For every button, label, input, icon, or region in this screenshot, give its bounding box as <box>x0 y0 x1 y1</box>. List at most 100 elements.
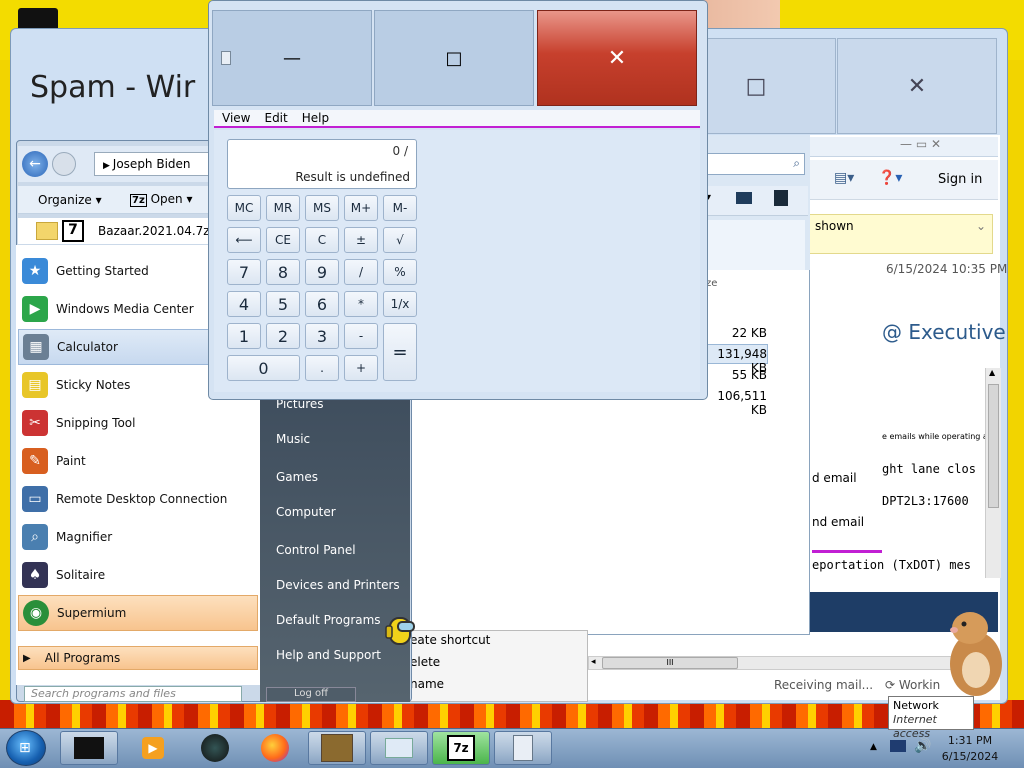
help-book-icon[interactable] <box>774 190 788 206</box>
menu-edit[interactable]: Edit <box>264 111 287 125</box>
start-button[interactable]: ⊞ <box>6 730 46 766</box>
calculator-close-button[interactable]: ✕ <box>537 10 697 106</box>
mail-scroll-thumb[interactable] <box>988 384 999 508</box>
context-create-shortcut[interactable]: eate shortcut <box>410 633 490 647</box>
mail-vertical-scrollbar[interactable]: ▲ <box>985 368 1001 578</box>
start-games[interactable]: Games <box>276 470 318 484</box>
start-search-input[interactable]: Search programs and files <box>24 686 242 702</box>
program-label: Paint <box>56 454 86 468</box>
start-default-programs[interactable]: Default Programs <box>276 613 381 627</box>
taskbar-firefox[interactable] <box>246 731 304 765</box>
all-programs-label: All Programs <box>44 651 121 665</box>
status-text: Receiving mail... <box>774 678 874 692</box>
forward-arrow-icon[interactable] <box>52 152 76 176</box>
taskbar-calculator[interactable] <box>494 731 552 765</box>
key-mr[interactable]: MR <box>266 195 300 221</box>
program-label: Getting Started <box>56 264 149 278</box>
menu-view[interactable]: View <box>222 111 250 125</box>
hamster-mascot-icon[interactable] <box>930 600 1010 700</box>
key-plus-minus[interactable]: ± <box>344 227 378 253</box>
print-icon[interactable]: ▤▾ <box>834 170 854 186</box>
start-devices-printers[interactable]: Devices and Printers <box>276 578 400 592</box>
key-multiply[interactable]: * <box>344 291 378 317</box>
taskbar-media-player[interactable]: ▶ <box>124 731 182 765</box>
key-0[interactable]: 0 <box>227 355 300 381</box>
key-5[interactable]: 5 <box>266 291 300 317</box>
network-icon[interactable] <box>890 740 906 752</box>
key-1[interactable]: 1 <box>227 323 261 349</box>
mail-infobar[interactable]: shown ⌄ <box>808 214 993 254</box>
program-snipping-tool[interactable]: ✂ Snipping Tool <box>18 405 258 441</box>
organize-label: Organize <box>38 193 92 207</box>
log-off-button[interactable]: Log off <box>266 687 356 702</box>
key-reciprocal[interactable]: 1/x <box>383 291 417 317</box>
program-solitaire[interactable]: ♠ Solitaire <box>18 557 258 593</box>
back-arrow-icon[interactable]: ← <box>22 151 48 177</box>
key-decimal[interactable]: . <box>305 355 339 381</box>
program-supermium[interactable]: ◉ Supermium <box>18 595 258 631</box>
program-label: Magnifier <box>56 530 113 544</box>
help-icon[interactable]: ❓▾ <box>878 170 902 186</box>
all-programs-button[interactable]: ▶ All Programs <box>18 646 258 670</box>
key-mc[interactable]: MC <box>227 195 261 221</box>
sign-in-link[interactable]: Sign in <box>938 172 982 187</box>
key-sqrt[interactable]: √ <box>383 227 417 253</box>
among-us-crewmate-icon[interactable] <box>384 612 418 648</box>
taskbar-mail[interactable] <box>370 731 428 765</box>
taskbar-hamster-box[interactable] <box>308 731 366 765</box>
start-music[interactable]: Music <box>276 432 310 446</box>
key-add[interactable]: + <box>344 355 378 381</box>
open-button[interactable]: 7z Open ▾ <box>130 192 193 207</box>
organize-button[interactable]: Organize ▾ <box>38 193 102 207</box>
mail-inner-controls[interactable]: — ▭ ✕ <box>900 137 941 151</box>
key-m-minus[interactable]: M- <box>383 195 417 221</box>
key-4[interactable]: 4 <box>227 291 261 317</box>
key-7[interactable]: 7 <box>227 259 261 285</box>
search-icon: ⌕ <box>793 156 800 170</box>
calculator-minimize-button[interactable]: — <box>212 10 372 106</box>
restore-icon: □ <box>445 47 463 69</box>
program-paint[interactable]: ✎ Paint <box>18 443 258 479</box>
key-ce[interactable]: CE <box>266 227 300 253</box>
key-percent[interactable]: % <box>383 259 417 285</box>
explorer-search-input[interactable]: ⌕ <box>705 153 805 175</box>
key-divide[interactable]: / <box>344 259 378 285</box>
program-remote-desktop[interactable]: ▭ Remote Desktop Connection <box>18 481 258 517</box>
start-computer[interactable]: Computer <box>276 505 336 519</box>
explorer-nav-area <box>705 220 805 270</box>
key-c[interactable]: C <box>305 227 339 253</box>
mail-scroll-thumb-horizontal[interactable]: III <box>602 657 738 669</box>
key-backspace[interactable]: ⟵ <box>227 227 261 253</box>
program-label: Supermium <box>57 606 127 620</box>
context-rename[interactable]: name <box>410 677 444 691</box>
calculator-app-icon <box>221 51 231 65</box>
taskbar-7zip[interactable]: 7z <box>432 731 490 765</box>
key-ms[interactable]: MS <box>305 195 339 221</box>
forward-email-link[interactable]: d email <box>812 471 857 485</box>
7z-icon: 7z <box>130 194 147 207</box>
context-delete[interactable]: elete <box>410 655 440 669</box>
calculator-restore-button[interactable]: □ <box>374 10 534 106</box>
mail-close-button[interactable]: ✕ <box>837 38 997 134</box>
key-equals[interactable]: = <box>383 323 417 381</box>
preview-pane-icon[interactable] <box>736 192 752 204</box>
show-hidden-icons-icon[interactable]: ▲ <box>870 742 877 752</box>
menu-help[interactable]: Help <box>302 111 329 125</box>
key-m-plus[interactable]: M+ <box>344 195 378 221</box>
solitaire-icon: ♠ <box>22 562 48 588</box>
key-subtract[interactable]: - <box>344 323 378 349</box>
start-help-support[interactable]: Help and Support <box>276 648 381 662</box>
key-3[interactable]: 3 <box>305 323 339 349</box>
taskbar-browser-dark[interactable] <box>186 731 244 765</box>
key-6[interactable]: 6 <box>305 291 339 317</box>
scroll-left-icon[interactable]: ◂ <box>591 657 596 667</box>
start-control-panel[interactable]: Control Panel <box>276 543 356 557</box>
key-2[interactable]: 2 <box>266 323 300 349</box>
forward-email-link-2[interactable]: nd email <box>812 515 864 529</box>
program-magnifier[interactable]: ⌕ Magnifier <box>18 519 258 555</box>
taskbar-terminal[interactable] <box>60 731 118 765</box>
scroll-up-icon[interactable]: ▲ <box>989 368 995 377</box>
key-9[interactable]: 9 <box>305 259 339 285</box>
working-indicator-icon: ⟳ <box>884 678 896 692</box>
key-8[interactable]: 8 <box>266 259 300 285</box>
